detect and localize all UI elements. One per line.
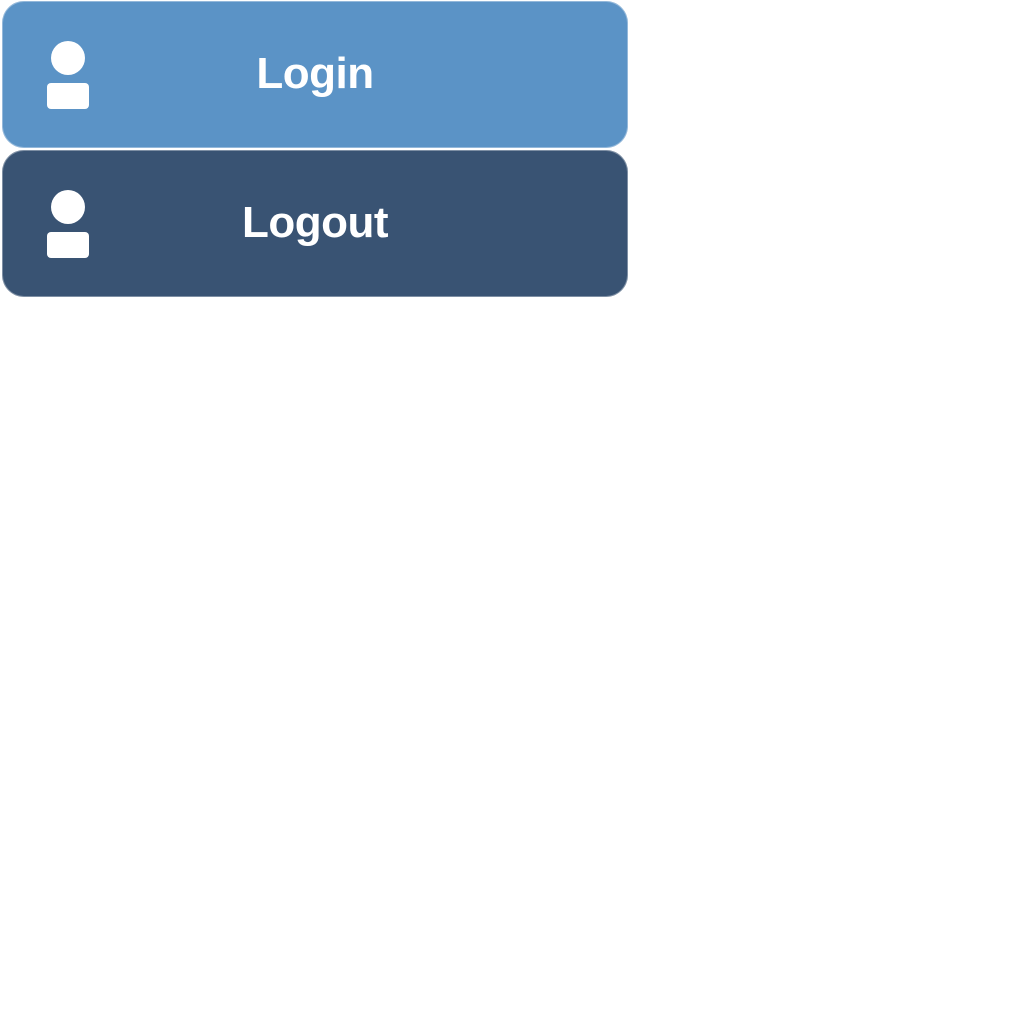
- login-button-label: Login: [256, 48, 374, 98]
- logout-button-label: Logout: [241, 197, 389, 247]
- user-icon: [47, 189, 89, 258]
- user-icon: [47, 40, 89, 109]
- login-button[interactable]: Login: [2, 1, 628, 148]
- logout-button[interactable]: Logout: [2, 150, 628, 297]
- auth-button-stack: Login Logout: [2, 1, 628, 297]
